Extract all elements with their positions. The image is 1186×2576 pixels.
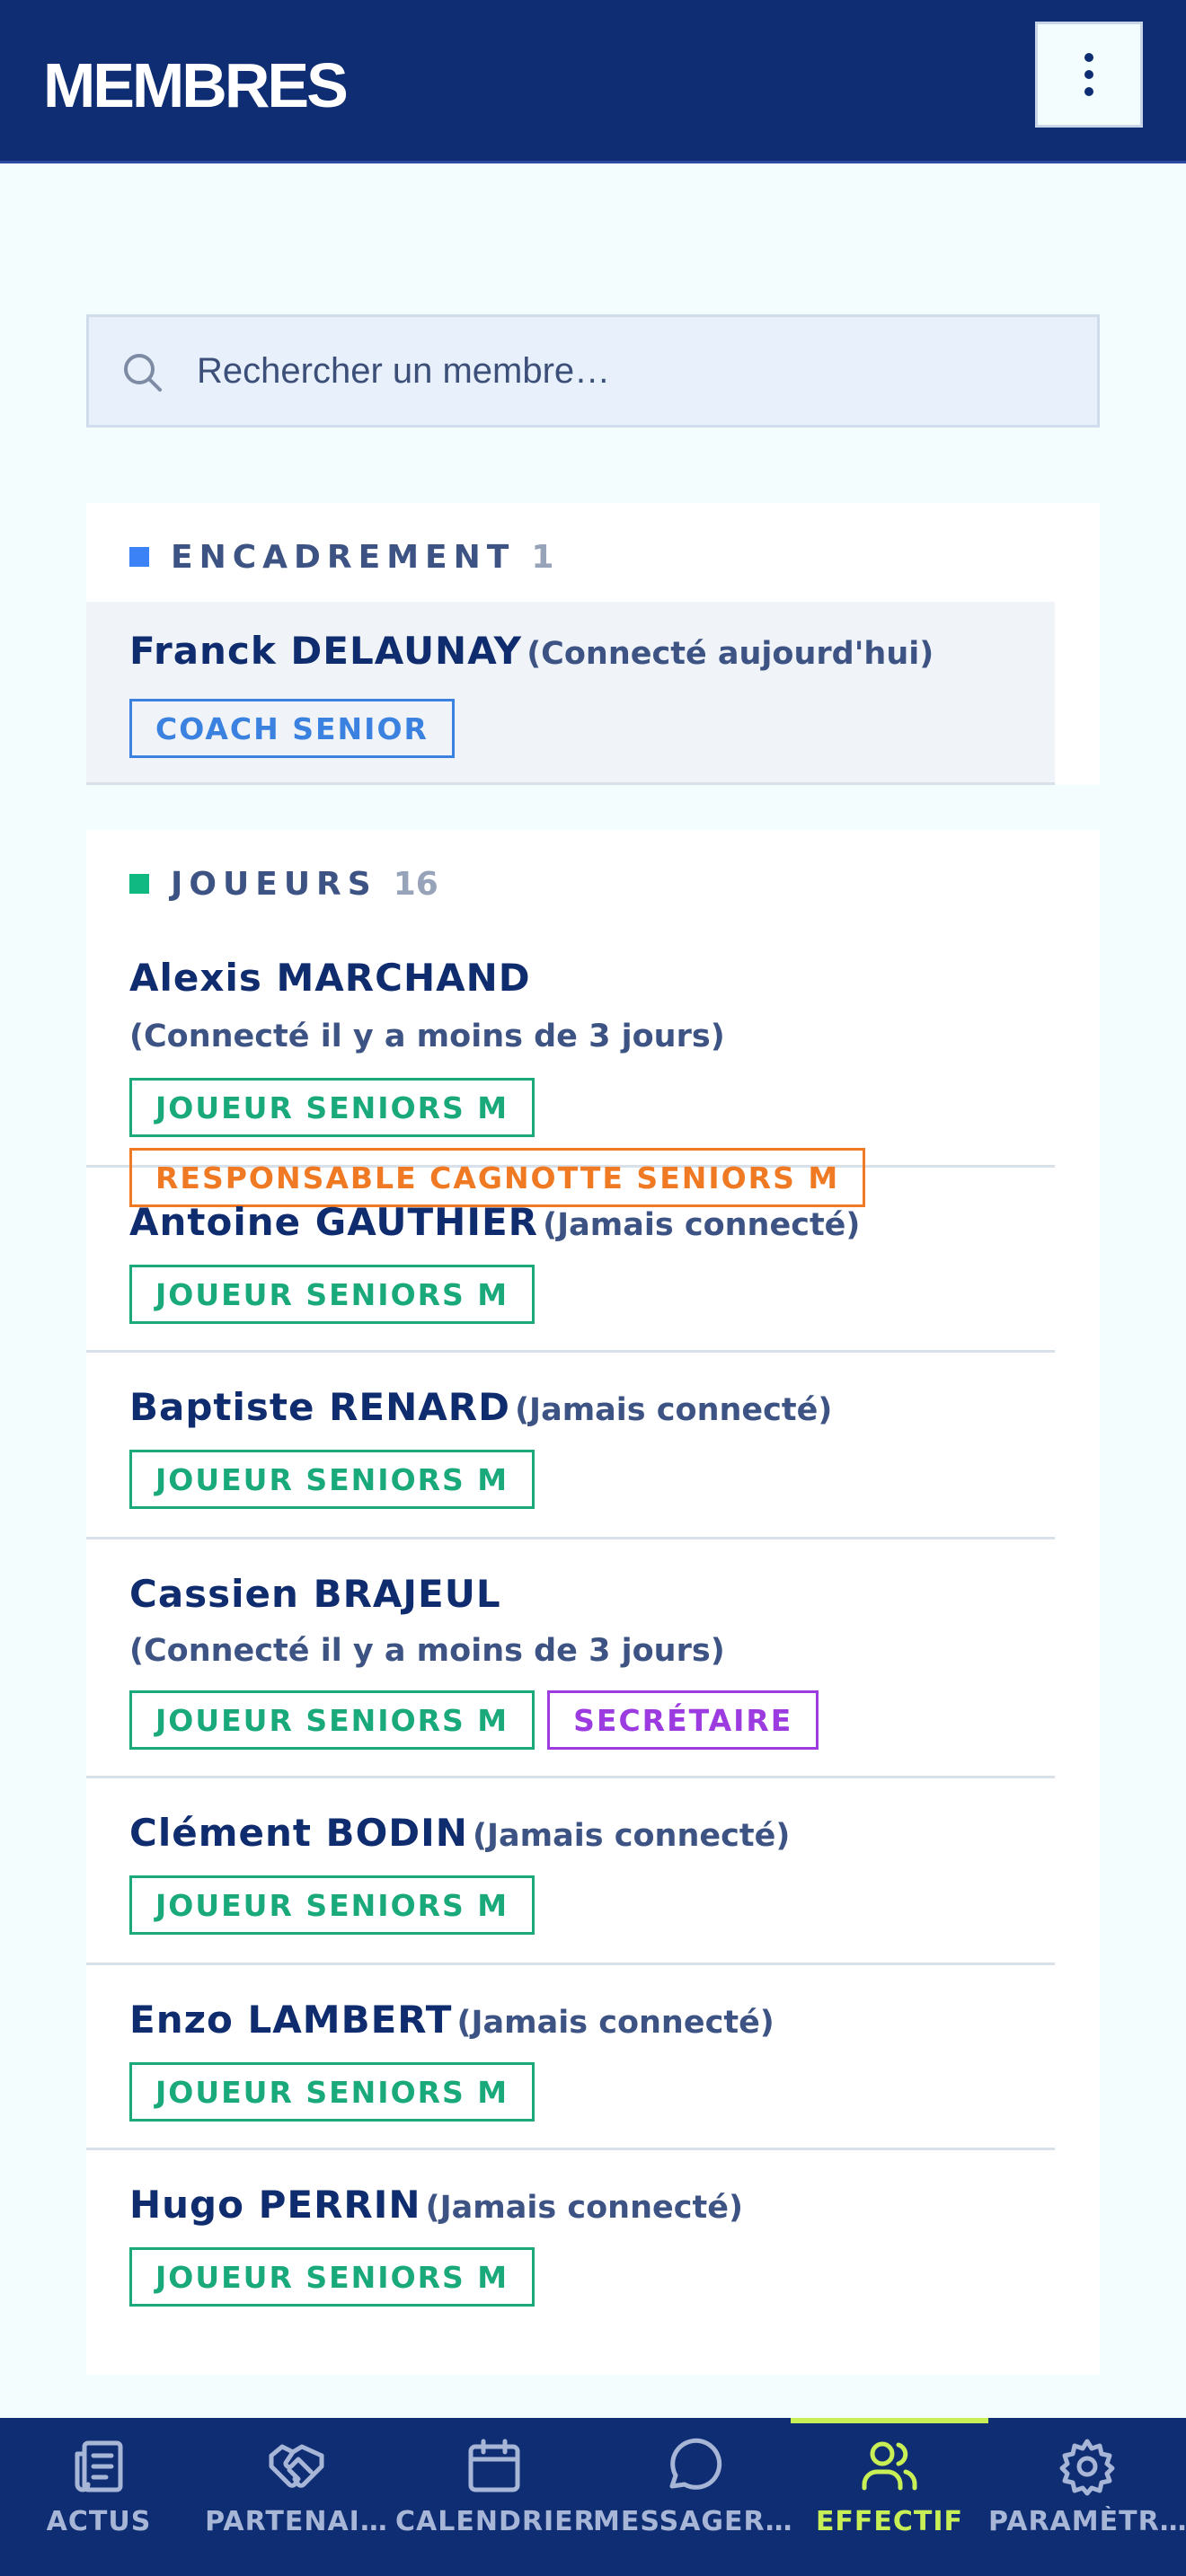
nav-item-effectif[interactable]: EFFECTIF xyxy=(791,2418,988,2576)
member-status-line: (Connecté il y a moins de 3 jours) xyxy=(129,1633,725,1669)
role-badge: SECRÉTAIRE xyxy=(547,1690,819,1750)
member-row[interactable]: Alexis MARCHAND (Connecté il y a moins d… xyxy=(86,923,1055,1207)
member-badges: JOUEUR SENIORS M xyxy=(129,2247,535,2307)
section-color-marker xyxy=(129,874,149,894)
more-vertical-icon-dot xyxy=(1084,70,1093,79)
member-status: (Connecté il y a moins de 3 jours) xyxy=(129,1633,725,1669)
member-row[interactable]: Baptiste RENARD (Jamais connecté) JOUEUR… xyxy=(86,1353,1055,1539)
member-row[interactable]: Hugo PERRIN (Jamais connecté) JOUEUR SEN… xyxy=(86,2150,1055,2335)
member-name: Alexis MARCHAND xyxy=(129,956,531,1000)
member-name-line: Antoine GAUTHIER (Jamais connecté) xyxy=(129,1200,860,1244)
member-badges: JOUEUR SENIORS M SECRÉTAIRE xyxy=(129,1690,819,1750)
member-badges: JOUEUR SENIORS M xyxy=(129,2062,535,2122)
section-encadrement: ENCADREMENT 1 Franck DELAUNAY (Connecté … xyxy=(86,503,1100,785)
more-vertical-icon-dot xyxy=(1084,87,1093,96)
nav-item-actus[interactable]: ACTUS xyxy=(0,2418,198,2576)
role-badge: JOUEUR SENIORS M xyxy=(129,1078,535,1137)
nav-label: EFFECTIF xyxy=(815,2506,964,2537)
member-row[interactable]: Antoine GAUTHIER (Jamais connecté) JOUEU… xyxy=(86,1168,1055,1353)
newspaper-icon xyxy=(75,2440,123,2492)
gear-icon xyxy=(1059,2439,1115,2496)
nav-label: CALENDRIER xyxy=(395,2506,593,2537)
nav-item-calendrier[interactable]: CALENDRIER xyxy=(395,2418,593,2576)
role-badge: COACH SENIOR xyxy=(129,699,455,758)
member-badges: JOUEUR SENIORS M xyxy=(129,1078,535,1137)
member-name: Franck DELAUNAY xyxy=(129,629,523,673)
member-status: (Connecté aujourd'hui) xyxy=(527,636,934,672)
member-row[interactable]: Enzo LAMBERT (Jamais connecté) JOUEUR SE… xyxy=(86,1965,1055,2150)
member-status: (Jamais connecté) xyxy=(456,2005,774,2041)
nav-label: PARTENAI… xyxy=(205,2506,388,2537)
member-name-line: Baptiste RENARD (Jamais connecté) xyxy=(129,1385,832,1429)
member-name: Hugo PERRIN xyxy=(129,2183,421,2227)
member-status: (Jamais connecté) xyxy=(515,1392,833,1428)
search-bar[interactable] xyxy=(86,314,1100,428)
section-color-marker xyxy=(129,547,149,567)
member-name-line: Cassien BRAJEUL xyxy=(129,1572,501,1616)
member-row[interactable]: Franck DELAUNAY (Connecté aujourd'hui) C… xyxy=(86,602,1055,785)
nav-label: ACTUS xyxy=(46,2506,152,2537)
member-name: Antoine GAUTHIER xyxy=(129,1200,538,1244)
section-joueurs: JOUEURS 16 Alexis MARCHAND (Connecté il … xyxy=(86,830,1100,2375)
role-badge: JOUEUR SENIORS M xyxy=(129,1450,535,1509)
nav-item-partenaires[interactable]: PARTENAI… xyxy=(198,2418,395,2576)
member-row[interactable]: Clément BODIN (Jamais connecté) JOUEUR S… xyxy=(86,1778,1055,1965)
member-name: Enzo LAMBERT xyxy=(129,1998,453,2042)
page-title: MEMBRES xyxy=(43,50,349,120)
role-badge: JOUEUR SENIORS M xyxy=(129,2062,535,2122)
member-name: Baptiste RENARD xyxy=(129,1385,510,1429)
member-badges: JOUEUR SENIORS M xyxy=(129,1875,535,1935)
search-icon xyxy=(124,354,162,392)
calendar-icon xyxy=(468,2439,520,2492)
bottom-navigation: ACTUS PARTENAI… CALENDRIER MESSAGER… EFF… xyxy=(0,2418,1186,2576)
nav-label: PARAMÈTR… xyxy=(988,2506,1186,2537)
section-title: JOUEURS xyxy=(171,865,377,903)
nav-item-parametres[interactable]: PARAMÈTR… xyxy=(988,2418,1186,2576)
active-indicator xyxy=(791,2418,988,2423)
search-input[interactable] xyxy=(197,317,1077,425)
member-status: (Jamais connecté) xyxy=(543,1207,861,1243)
member-badges: JOUEUR SENIORS M xyxy=(129,1450,535,1509)
more-options-button[interactable] xyxy=(1035,22,1143,128)
role-badge: JOUEUR SENIORS M xyxy=(129,2247,535,2307)
member-badges: JOUEUR SENIORS M xyxy=(129,1265,535,1324)
section-count: 1 xyxy=(531,538,554,576)
member-name: Cassien BRAJEUL xyxy=(129,1572,501,1616)
handshake-icon xyxy=(269,2444,324,2488)
member-name: Clément BODIN xyxy=(129,1811,468,1855)
chat-bubble-icon xyxy=(669,2438,722,2490)
role-badge: JOUEUR SENIORS M xyxy=(129,1875,535,1935)
role-badge: JOUEUR SENIORS M xyxy=(129,1265,535,1324)
nav-item-messagerie[interactable]: MESSAGER… xyxy=(593,2418,791,2576)
section-header: JOUEURS 16 xyxy=(129,865,438,903)
member-name-line: Hugo PERRIN (Jamais connecté) xyxy=(129,2183,743,2227)
nav-label: MESSAGER… xyxy=(593,2506,791,2537)
role-badge: JOUEUR SENIORS M xyxy=(129,1690,535,1750)
section-title: ENCADREMENT xyxy=(171,538,516,576)
member-status: (Jamais connecté) xyxy=(425,2190,743,2226)
more-vertical-icon xyxy=(1084,53,1093,62)
member-name-line: Clément BODIN (Jamais connecté) xyxy=(129,1811,790,1855)
member-name-line: Enzo LAMBERT (Jamais connecté) xyxy=(129,1998,774,2042)
section-count: 16 xyxy=(393,865,438,903)
section-header: ENCADREMENT 1 xyxy=(129,538,554,576)
member-name-line: Franck DELAUNAY (Connecté aujourd'hui) xyxy=(129,629,934,673)
member-badges: COACH SENIOR xyxy=(129,699,455,758)
member-status-line: (Connecté il y a moins de 3 jours) xyxy=(129,1019,725,1054)
member-status: (Connecté il y a moins de 3 jours) xyxy=(129,1019,725,1054)
member-status: (Jamais connecté) xyxy=(473,1818,791,1854)
users-icon xyxy=(862,2441,917,2491)
app-header: MEMBRES xyxy=(0,0,1186,163)
member-row[interactable]: Cassien BRAJEUL (Connecté il y a moins d… xyxy=(86,1539,1055,1778)
member-name-line: Alexis MARCHAND xyxy=(129,956,531,1000)
